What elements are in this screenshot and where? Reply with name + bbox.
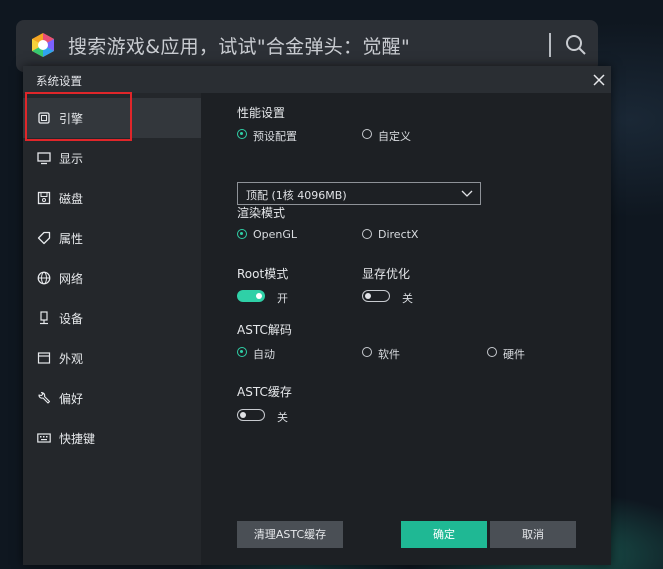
radio-dot (362, 347, 372, 357)
sidebar-item-label: 属性 (59, 232, 84, 246)
astc-cache-state-label: 关 (277, 411, 288, 424)
astc-decode-label: ASTC解码 (237, 323, 292, 337)
app-logo-icon (32, 33, 54, 57)
clear-astc-cache-button[interactable]: 清理ASTC缓存 (237, 521, 343, 548)
wrench-icon (38, 391, 51, 404)
vram-toggle[interactable] (362, 290, 390, 302)
radio-dot (237, 129, 247, 139)
cancel-button[interactable]: 取消 (490, 521, 576, 548)
confirm-button[interactable]: 确定 (401, 521, 487, 548)
sidebar-item-network[interactable]: 网络 (23, 258, 201, 298)
sidebar-item-label: 设备 (59, 312, 84, 326)
vram-state-label: 关 (402, 292, 413, 305)
sidebar-item-label: 磁盘 (59, 192, 84, 206)
radio-dot (487, 347, 497, 357)
radio-label: 预设配置 (253, 130, 297, 143)
astc-cache-toggle[interactable] (237, 409, 265, 421)
search-icon[interactable] (564, 33, 588, 57)
settings-content: 性能设置 预设配置 自定义 顶配 (1核 4096MB) 渲染模式 OpenGL… (201, 93, 611, 565)
settings-sidebar: 引擎 显示 磁盘 属性 网络 设备 外观 偏好 快捷键 (23, 93, 201, 565)
sidebar-item-label: 显示 (59, 152, 84, 166)
disk-icon (37, 191, 51, 205)
radio-astc-hardware[interactable]: 硬件 (487, 346, 547, 362)
dialog-title: 系统设置 (36, 74, 82, 88)
vram-label: 显存优化 (362, 267, 411, 281)
performance-label: 性能设置 (237, 106, 286, 120)
preset-select[interactable]: 顶配 (1核 4096MB) (237, 182, 481, 205)
radio-label: 自定义 (378, 130, 411, 143)
radio-dot (362, 129, 372, 139)
sidebar-item-display[interactable]: 显示 (23, 138, 201, 178)
root-label: Root模式 (237, 267, 289, 281)
radio-dot (237, 347, 247, 357)
device-icon (40, 311, 48, 325)
window-icon (37, 352, 51, 364)
radio-label: 自动 (253, 348, 275, 361)
sidebar-item-label: 外观 (59, 352, 84, 366)
search-bar[interactable]: 搜索游戏&应用，试试"合金弹头：觉醒" (16, 20, 598, 72)
radio-label: 硬件 (503, 348, 525, 361)
root-state-label: 开 (277, 292, 288, 305)
globe-icon (37, 271, 51, 285)
sidebar-item-label: 网络 (59, 272, 84, 286)
radio-label: OpenGL (253, 228, 298, 241)
root-toggle[interactable] (237, 290, 265, 302)
chevron-down-icon (461, 190, 473, 197)
radio-astc-software[interactable]: 软件 (362, 346, 422, 362)
search-input[interactable]: 搜索游戏&应用，试试"合金弹头：觉醒" (68, 32, 410, 59)
sidebar-item-properties[interactable]: 属性 (23, 218, 201, 258)
sidebar-item-disk[interactable]: 磁盘 (23, 178, 201, 218)
radio-label: 软件 (378, 348, 400, 361)
radio-dot (362, 229, 372, 239)
sidebar-item-shortcuts[interactable]: 快捷键 (23, 418, 201, 458)
radio-label: DirectX (378, 228, 419, 241)
render-label: 渲染模式 (237, 206, 286, 220)
radio-custom[interactable]: 自定义 (362, 128, 442, 144)
sidebar-item-appearance[interactable]: 外观 (23, 338, 201, 378)
radio-dot (237, 229, 247, 239)
radio-astc-auto[interactable]: 自动 (237, 346, 297, 362)
sidebar-item-preferences[interactable]: 偏好 (23, 378, 201, 418)
tag-icon (37, 231, 51, 245)
selection-highlight (25, 92, 132, 141)
radio-opengl[interactable]: OpenGL (237, 228, 317, 244)
radio-preset[interactable]: 预设配置 (237, 128, 317, 144)
sidebar-item-device[interactable]: 设备 (23, 298, 201, 338)
search-divider (549, 33, 551, 57)
settings-dialog: 系统设置 引擎 显示 磁盘 属性 网络 设备 外观 偏好 快捷键 性能设置 预设… (23, 66, 611, 565)
radio-directx[interactable]: DirectX (362, 228, 442, 244)
preset-value: 顶配 (1核 4096MB) (246, 189, 347, 202)
monitor-icon (37, 152, 51, 165)
sidebar-item-label: 偏好 (59, 392, 84, 406)
close-icon[interactable] (591, 72, 607, 88)
astc-cache-label: ASTC缓存 (237, 385, 292, 399)
sidebar-item-label: 快捷键 (59, 432, 96, 446)
keyboard-icon (37, 433, 51, 443)
